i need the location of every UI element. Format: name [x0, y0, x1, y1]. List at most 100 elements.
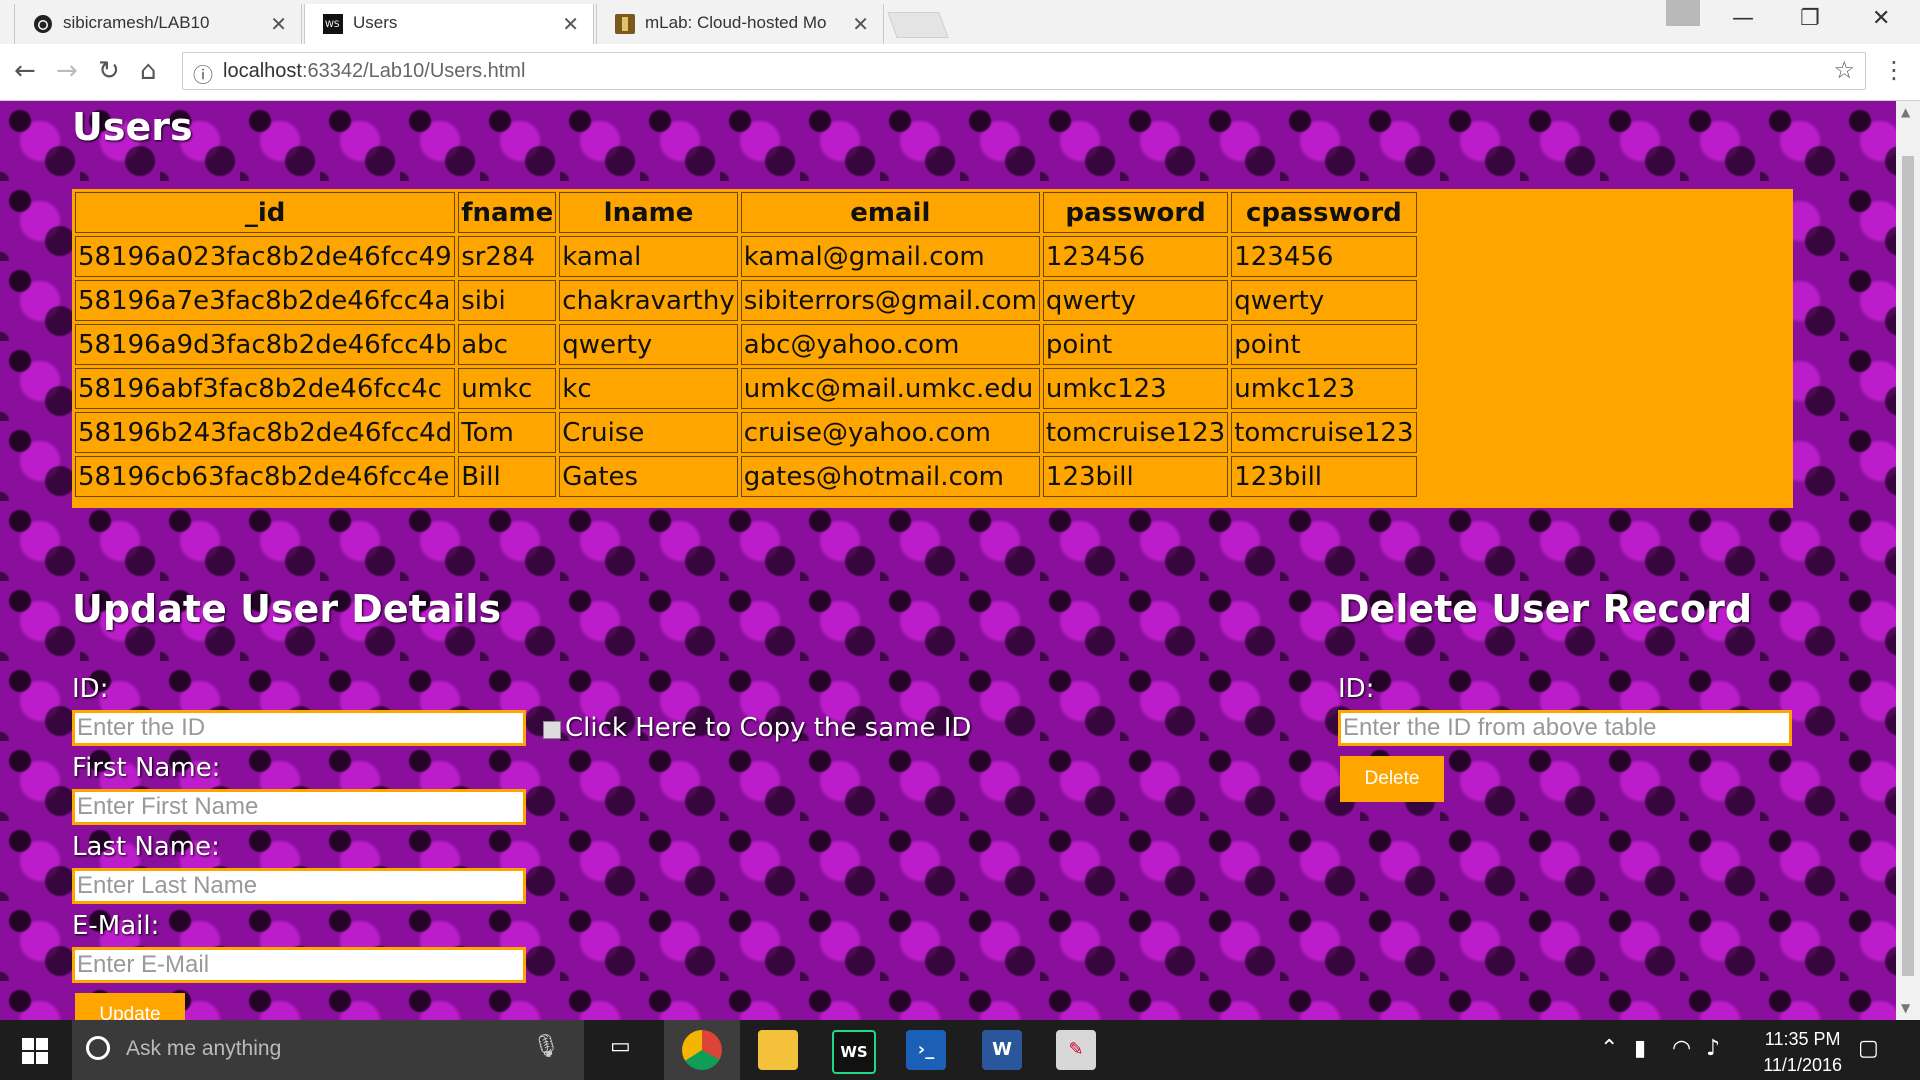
col-fname: fname	[458, 192, 557, 233]
delete-id-input[interactable]	[1338, 710, 1792, 746]
table-row: 58196a9d3fac8b2de46fcc4b abc qwerty abc@…	[75, 324, 1417, 365]
cell-email: kamal@gmail.com	[740, 236, 1040, 277]
last-name-label: Last Name:	[72, 832, 220, 862]
close-icon[interactable]: ✕	[852, 12, 869, 36]
tab-title: mLab: Cloud-hosted Mo	[645, 13, 827, 32]
cell-id: 58196a7e3fac8b2de46fcc4a	[75, 280, 456, 321]
update-id-input[interactable]	[72, 710, 526, 746]
cell-cpassword: umkc123	[1231, 368, 1417, 409]
first-name-input[interactable]	[72, 789, 526, 825]
address-bar[interactable]: ⓘ localhost:63342/Lab10/Users.html ☆	[182, 52, 1866, 90]
tab-github[interactable]: sibicramesh/LAB10 ✕	[14, 4, 302, 44]
info-icon[interactable]: ⓘ	[193, 59, 213, 88]
cell-email: cruise@yahoo.com	[740, 412, 1040, 453]
tab-mlab[interactable]: mLab: Cloud-hosted Mo ✕	[596, 4, 884, 44]
cell-password: 123456	[1042, 236, 1229, 277]
url-text: localhost:63342/Lab10/Users.html	[223, 60, 526, 82]
volume-icon[interactable]: ♪	[1706, 1036, 1720, 1061]
word-icon[interactable]: W	[982, 1030, 1022, 1070]
col-password: password	[1042, 192, 1229, 233]
menu-icon[interactable]: ⋮	[1882, 56, 1906, 84]
back-icon[interactable]: ←	[14, 56, 36, 86]
table-header-row: _id fname lname email password cpassword	[75, 192, 1417, 233]
page-content: Users _id fname lname email password cpa…	[0, 101, 1896, 1020]
email-label: E-Mail:	[72, 911, 160, 941]
show-hidden-icons[interactable]: ⌃	[1600, 1036, 1618, 1061]
mlab-icon	[615, 14, 635, 34]
battery-icon[interactable]: ▮	[1634, 1036, 1646, 1061]
clock-time: 11:35 PM	[1764, 1029, 1841, 1049]
wifi-icon[interactable]: ◠	[1672, 1036, 1691, 1061]
reload-icon[interactable]: ↻	[98, 56, 120, 86]
window-close-icon[interactable]: ✕	[1872, 6, 1890, 31]
webstorm-taskbar-icon[interactable]: WS	[832, 1030, 876, 1074]
col-id: _id	[75, 192, 456, 233]
cell-fname: Tom	[458, 412, 557, 453]
update-button[interactable]: Update	[75, 993, 185, 1020]
clock[interactable]: 11:35 PM 11/1/2016	[1763, 1026, 1842, 1078]
cell-cpassword: point	[1231, 324, 1417, 365]
search-placeholder: Ask me anything	[126, 1037, 282, 1060]
windows-start-icon[interactable]	[22, 1038, 48, 1064]
webstorm-icon: WS	[323, 14, 343, 34]
col-email: email	[740, 192, 1040, 233]
cell-cpassword: tomcruise123	[1231, 412, 1417, 453]
new-tab-button[interactable]	[887, 12, 949, 38]
cell-fname: umkc	[458, 368, 557, 409]
users-table: _id fname lname email password cpassword…	[72, 189, 1420, 500]
cell-id: 58196a9d3fac8b2de46fcc4b	[75, 324, 456, 365]
delete-heading: Delete User Record	[1338, 587, 1753, 631]
table-row: 58196b243fac8b2de46fcc4d Tom Cruise crui…	[75, 412, 1417, 453]
restore-icon[interactable]: ❐	[1800, 6, 1820, 31]
copy-id-checkbox[interactable]	[543, 721, 561, 739]
profile-icon[interactable]	[1666, 0, 1700, 26]
close-icon[interactable]: ✕	[270, 12, 287, 36]
last-name-input[interactable]	[72, 868, 526, 904]
task-view-icon[interactable]: ▭	[610, 1034, 631, 1059]
scroll-up-icon[interactable]: ▲	[1901, 105, 1910, 119]
scroll-down-icon[interactable]: ▼	[1901, 1001, 1910, 1015]
delete-button[interactable]: Delete	[1340, 756, 1444, 802]
cortana-search[interactable]: Ask me anything 🎙	[72, 1020, 584, 1080]
action-center-icon[interactable]: ▢	[1858, 1036, 1879, 1061]
paint-icon[interactable]: ✎	[1056, 1030, 1096, 1070]
cell-cpassword: qwerty	[1231, 280, 1417, 321]
cell-cpassword: 123456	[1231, 236, 1417, 277]
first-name-label: First Name:	[72, 753, 221, 783]
browser-toolbar: ← → ↻ ⌂ ⓘ localhost:63342/Lab10/Users.ht…	[0, 44, 1920, 101]
cell-id: 58196a023fac8b2de46fcc49	[75, 236, 456, 277]
tab-users[interactable]: WS Users ✕	[304, 4, 594, 44]
update-id-label: ID:	[72, 674, 109, 704]
email-input[interactable]	[72, 947, 526, 983]
cell-lname: kamal	[559, 236, 738, 277]
svg-text:WS: WS	[325, 20, 340, 30]
cell-lname: Cruise	[559, 412, 738, 453]
page-title: Users	[72, 105, 193, 149]
delete-id-label: ID:	[1338, 674, 1375, 704]
chrome-icon[interactable]	[682, 1030, 722, 1070]
cell-password: 123bill	[1042, 456, 1229, 497]
scrollbar-thumb[interactable]	[1902, 156, 1914, 976]
minimize-icon[interactable]: —	[1732, 6, 1754, 31]
powershell-icon[interactable]: ›_	[906, 1030, 946, 1070]
col-lname: lname	[559, 192, 738, 233]
forward-icon[interactable]: →	[56, 56, 78, 86]
microphone-icon[interactable]: 🎙	[532, 1034, 560, 1059]
cell-email: abc@yahoo.com	[740, 324, 1040, 365]
cell-password: point	[1042, 324, 1229, 365]
close-icon[interactable]: ✕	[562, 12, 579, 36]
table-row: 58196abf3fac8b2de46fcc4c umkc kc umkc@ma…	[75, 368, 1417, 409]
cell-fname: Bill	[458, 456, 557, 497]
page-scrollbar[interactable]: ▲ ▼	[1896, 101, 1920, 1020]
bookmark-star-icon[interactable]: ☆	[1833, 56, 1855, 84]
cell-password: tomcruise123	[1042, 412, 1229, 453]
home-icon[interactable]: ⌂	[140, 56, 157, 86]
cell-lname: chakravarthy	[559, 280, 738, 321]
table-row: 58196cb63fac8b2de46fcc4e Bill Gates gate…	[75, 456, 1417, 497]
cell-password: umkc123	[1042, 368, 1229, 409]
cell-fname: sr284	[458, 236, 557, 277]
cell-fname: abc	[458, 324, 557, 365]
file-explorer-icon[interactable]	[758, 1030, 798, 1070]
tab-title: Users	[353, 13, 398, 32]
tab-title: sibicramesh/LAB10	[63, 13, 210, 32]
